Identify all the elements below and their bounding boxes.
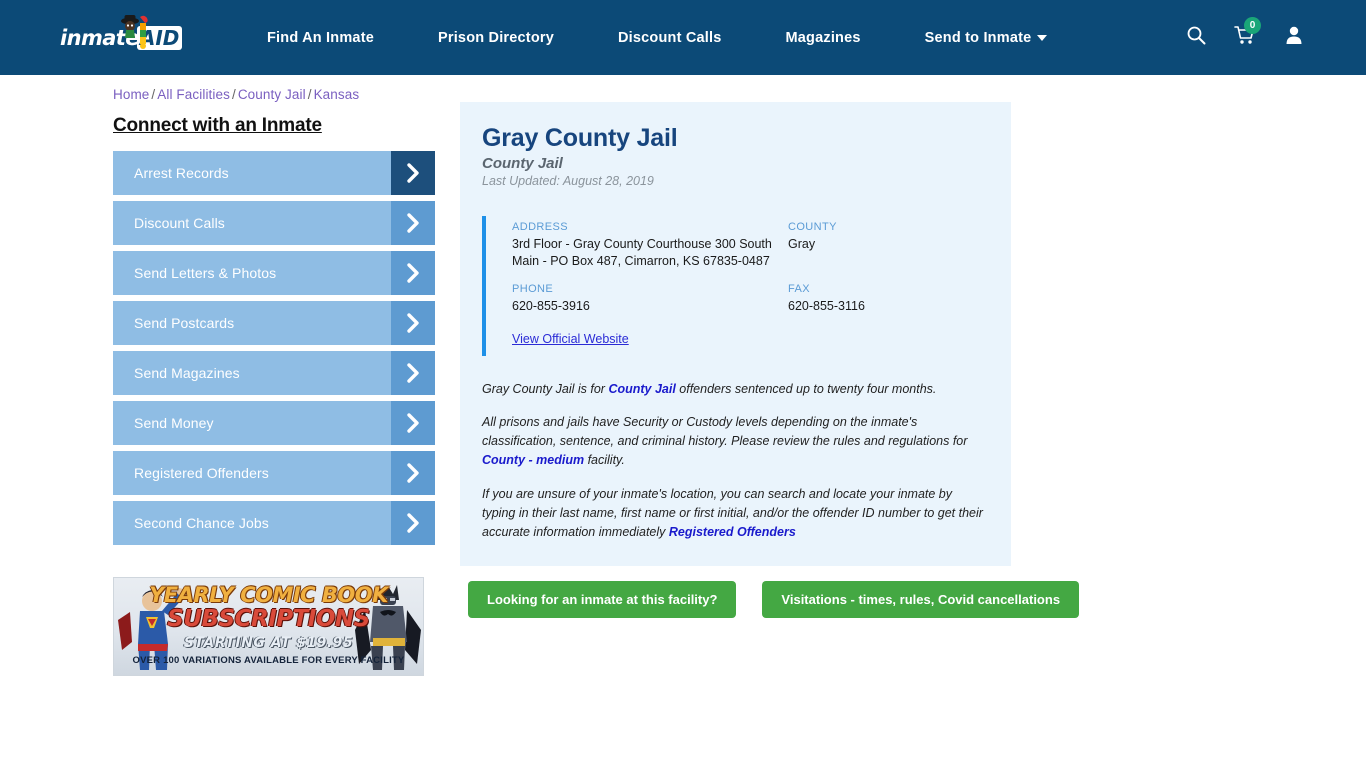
sidebar-item-send-letters-photos[interactable]: Send Letters & Photos xyxy=(113,251,435,295)
mascot-icon xyxy=(118,13,152,51)
page-title: Gray County Jail xyxy=(482,124,678,152)
nav-utility-icons: 0 xyxy=(1186,17,1366,50)
phone-label: PHONE xyxy=(512,283,554,295)
page-content: Home / All Facilities / County Jail / Kansas C… xyxy=(0,75,1366,676)
fax-value: 620-855-3116 xyxy=(788,299,865,313)
chevron-right-icon xyxy=(391,251,435,295)
breadcrumb-item-home[interactable]: Home xyxy=(113,87,149,102)
county-jail-link[interactable]: County Jail xyxy=(608,382,675,396)
sidebar-item-label: Registered Offenders xyxy=(134,465,269,481)
view-official-website-link[interactable]: View Official Website xyxy=(512,332,629,346)
breadcrumb: Home / All Facilities / County Jail / Kansas xyxy=(0,75,1366,102)
breadcrumb-separator: / xyxy=(231,87,236,102)
county-medium-link[interactable]: County - medium xyxy=(482,453,584,467)
comic-subscription-ad-banner[interactable]: YEARLY COMIC BOOK SUBSCRIPTIONS STARTING… xyxy=(113,577,424,676)
sidebar-item-label: Send Money xyxy=(134,415,214,431)
ad-headline-line1: YEARLY COMIC BOOK xyxy=(149,583,388,607)
chevron-right-icon xyxy=(391,351,435,395)
sidebar-heading: Connect with an Inmate xyxy=(113,115,322,136)
facility-details-grid: ADDRESS 3rd Floor - Gray County Courthou… xyxy=(512,221,983,315)
sidebar-item-send-money[interactable]: Send Money xyxy=(113,401,435,445)
site-logo[interactable]: inmate AID xyxy=(60,14,183,59)
cta-button-row: Looking for an inmate at this facility? … xyxy=(460,581,1080,619)
nav-link-send-to-inmate-label: Send to Inmate xyxy=(924,29,1032,46)
nav-link-magazines[interactable]: Magazines xyxy=(754,30,893,46)
address-value: 3rd Floor - Gray County Courthouse 300 S… xyxy=(512,237,772,268)
breadcrumb-item-kansas[interactable]: Kansas xyxy=(314,87,360,102)
chevron-down-icon xyxy=(1037,34,1048,41)
address-field: ADDRESS 3rd Floor - Gray County Courthou… xyxy=(512,221,788,269)
main-content: Gray County Jail County Jail Last Update… xyxy=(460,102,1080,676)
paragraph-1-text-a: Gray County Jail is for xyxy=(482,381,609,396)
facility-details-block: ADDRESS 3rd Floor - Gray County Courthou… xyxy=(482,216,983,356)
nav-link-send-to-inmate[interactable]: Send to Inmate xyxy=(893,30,1080,46)
county-value: Gray xyxy=(788,237,816,251)
nav-link-discount-calls[interactable]: Discount Calls xyxy=(586,30,754,46)
facility-type-subtitle: County Jail xyxy=(482,155,563,172)
sidebar-item-arrest-records[interactable]: Arrest Records xyxy=(113,151,435,195)
ad-text-block: YEARLY COMIC BOOK SUBSCRIPTIONS STARTING… xyxy=(114,578,423,675)
description-paragraph-1: Gray County Jail is for County Jail offe… xyxy=(482,380,983,399)
visitations-button[interactable]: Visitations - times, rules, Covid cancel… xyxy=(762,581,1080,619)
sidebar-item-label: Send Postcards xyxy=(134,315,235,331)
paragraph-2-text-a: All prisons and jails have Security or C… xyxy=(482,414,968,448)
sidebar-item-second-chance-jobs[interactable]: Second Chance Jobs xyxy=(113,501,435,545)
looking-for-inmate-button[interactable]: Looking for an inmate at this facility? xyxy=(468,581,737,619)
chevron-right-icon xyxy=(391,301,435,345)
sidebar-item-send-postcards[interactable]: Send Postcards xyxy=(113,301,435,345)
breadcrumb-item-all-facilities[interactable]: All Facilities xyxy=(157,87,230,102)
facility-info-card: Gray County Jail County Jail Last Update… xyxy=(460,102,1011,567)
phone-value: 620-855-3916 xyxy=(512,299,590,313)
sidebar-item-registered-offenders[interactable]: Registered Offenders xyxy=(113,451,435,495)
ad-headline-line2: SUBSCRIPTIONS xyxy=(167,606,370,632)
registered-offenders-link[interactable]: Registered Offenders xyxy=(669,525,796,539)
chevron-right-icon xyxy=(391,201,435,245)
nav-link-find-an-inmate[interactable]: Find An Inmate xyxy=(235,30,406,46)
search-icon[interactable] xyxy=(1186,25,1206,50)
county-field: COUNTY Gray xyxy=(788,221,983,269)
chevron-right-icon xyxy=(391,451,435,495)
chevron-right-icon xyxy=(391,501,435,545)
user-icon[interactable] xyxy=(1284,25,1304,50)
chevron-right-icon xyxy=(391,151,435,195)
ad-price-line: STARTING AT $19.95 xyxy=(183,635,354,652)
address-label: ADDRESS xyxy=(512,221,568,233)
ad-subtext-line: OVER 100 VARIATIONS AVAILABLE FOR EVERY … xyxy=(132,655,405,667)
sidebar-item-label: Arrest Records xyxy=(134,165,229,181)
fax-field: FAX 620-855-3116 xyxy=(788,283,983,315)
sidebar-item-label: Send Letters & Photos xyxy=(134,265,277,281)
description-paragraph-3: If you are unsure of your inmate's locat… xyxy=(482,485,983,543)
sidebar-item-label: Second Chance Jobs xyxy=(134,515,269,531)
county-label: COUNTY xyxy=(788,221,837,233)
sidebar-item-send-magazines[interactable]: Send Magazines xyxy=(113,351,435,395)
nav-link-prison-directory[interactable]: Prison Directory xyxy=(406,30,586,46)
paragraph-2-text-b: facility. xyxy=(584,453,625,468)
primary-nav-links: Find An Inmate Prison Directory Discount… xyxy=(235,30,1186,46)
last-updated-text: Last Updated: August 28, 2019 xyxy=(482,174,654,188)
phone-field: PHONE 620-855-3916 xyxy=(512,283,788,315)
description-paragraph-2: All prisons and jails have Security or C… xyxy=(482,413,983,471)
cart-count-badge: 0 xyxy=(1244,17,1261,34)
top-navigation-bar: inmate AID Find An Inmate Prison Directo… xyxy=(0,0,1366,75)
breadcrumb-item-county-jail[interactable]: County Jail xyxy=(238,87,306,102)
content-columns: Connect with an Inmate Arrest Records Di… xyxy=(0,102,1366,676)
cart-icon[interactable]: 0 xyxy=(1234,17,1261,50)
sidebar-item-label: Discount Calls xyxy=(134,215,225,231)
sidebar: Connect with an Inmate Arrest Records Di… xyxy=(113,102,435,676)
fax-label: FAX xyxy=(788,283,810,295)
breadcrumb-separator: / xyxy=(307,87,312,102)
sidebar-item-label: Send Magazines xyxy=(134,365,240,381)
chevron-right-icon xyxy=(391,401,435,445)
sidebar-item-discount-calls[interactable]: Discount Calls xyxy=(113,201,435,245)
paragraph-1-text-b: offenders sentenced up to twenty four mo… xyxy=(675,381,937,396)
